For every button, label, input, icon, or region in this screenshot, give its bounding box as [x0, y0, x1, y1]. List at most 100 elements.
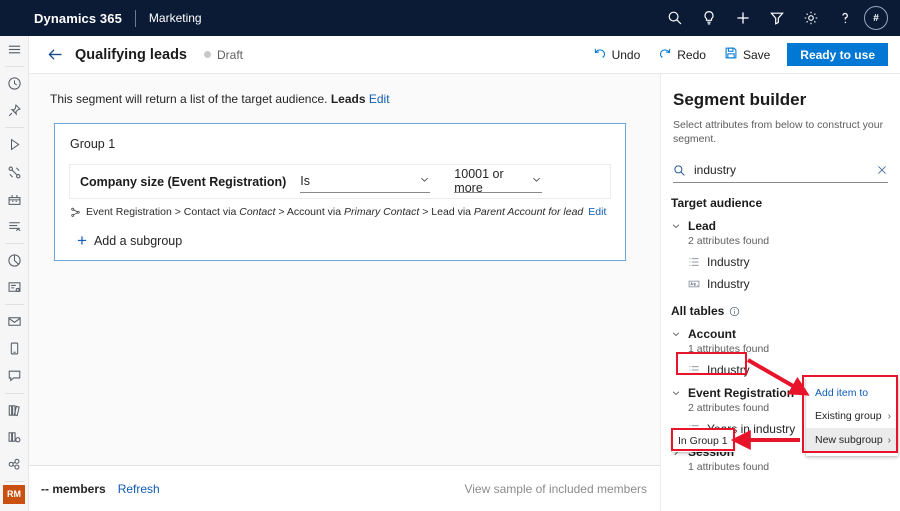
group-card: Group 1 Company size (Event Registration… — [54, 123, 626, 261]
chevron-down-icon — [671, 388, 681, 398]
relationship-path-edit-link[interactable]: Edit — [588, 206, 606, 218]
rail-divider — [5, 243, 24, 244]
chevron-down-icon — [671, 329, 681, 339]
path-segment: > — [278, 206, 284, 218]
target-audience-header: Target audience — [671, 196, 900, 210]
rail-user-avatar[interactable]: RM — [3, 485, 25, 504]
segment-canvas: This segment will return a list of the t… — [29, 74, 660, 465]
status-badge: Draft — [204, 48, 243, 62]
play-journey-icon[interactable] — [0, 131, 29, 158]
app-name-label: Marketing — [149, 11, 202, 25]
redo-button[interactable]: Redo — [649, 39, 715, 71]
rail-divider — [5, 393, 24, 394]
in-group-flyout: In Group 1 — [672, 430, 734, 452]
top-bar-actions: # — [658, 0, 900, 36]
search-icon — [673, 164, 686, 177]
clear-x-icon[interactable] — [876, 164, 888, 176]
context-menu-item-label: New subgroup — [815, 434, 883, 446]
search-icon[interactable] — [658, 0, 692, 36]
recent-clock-icon[interactable] — [0, 70, 29, 97]
settings-gear-icon[interactable] — [794, 0, 828, 36]
segment-description: This segment will return a list of the t… — [50, 92, 660, 106]
left-navigation-rail: RM — [0, 36, 29, 511]
save-button[interactable]: Save — [715, 39, 779, 71]
brand-title: Dynamics 365 — [34, 11, 122, 26]
marketing-form-icon[interactable] — [0, 274, 29, 301]
email-icon[interactable] — [0, 308, 29, 335]
marketing-page-icon[interactable] — [0, 213, 29, 240]
analytics-pie-icon[interactable] — [0, 247, 29, 274]
library-icon[interactable] — [0, 396, 29, 423]
chat-bubble-icon[interactable] — [0, 362, 29, 389]
tree-node-label: Event Registration — [688, 386, 794, 400]
context-menu-items: Existing group › New subgroup› — [806, 404, 898, 452]
tree-node-lead[interactable]: Lead — [671, 219, 900, 233]
condition-operator-value: Is — [300, 174, 310, 188]
undo-label: Undo — [612, 48, 641, 62]
condition-row: Company size (Event Registration) Is 100… — [69, 164, 611, 199]
context-menu-item-new-subgroup[interactable]: New subgroup› — [806, 428, 898, 452]
user-avatar[interactable]: # — [864, 6, 888, 30]
description-edit-link[interactable]: Edit — [369, 92, 390, 106]
view-sample-label: View sample of included members — [464, 482, 647, 496]
add-subgroup-button[interactable]: + Add a subgroup — [77, 232, 625, 249]
target-audience-label: Target audience — [671, 196, 762, 210]
ready-to-use-button[interactable]: Ready to use — [787, 43, 888, 66]
attribute-label: Industry — [707, 277, 750, 291]
segments-icon[interactable] — [0, 424, 29, 451]
save-disk-icon — [724, 46, 738, 63]
rail-divider — [5, 304, 24, 305]
filter-icon[interactable] — [760, 0, 794, 36]
refresh-link[interactable]: Refresh — [118, 482, 160, 496]
condition-value-select[interactable]: 10001 or more — [454, 171, 542, 193]
add-item-context-menu: Add item to Existing group›New subgroup› — [806, 377, 898, 456]
path-segment: Event Registration — [86, 206, 172, 218]
text-field-abc-icon — [688, 278, 700, 290]
command-bar-actions: Undo Redo Save Ready to use — [584, 36, 900, 74]
attribute-row[interactable]: Industry — [688, 277, 900, 291]
customers-icon[interactable] — [0, 451, 29, 478]
add-subgroup-label: Add a subgroup — [94, 234, 182, 248]
save-label: Save — [743, 48, 770, 62]
info-circle-icon[interactable] — [729, 306, 740, 317]
context-menu-item-label: Existing group — [815, 410, 882, 422]
command-bar: Qualifying leads Draft Undo — [29, 36, 900, 74]
attribute-row[interactable]: Industry — [688, 255, 900, 269]
chevron-right-icon: › — [888, 411, 891, 422]
path-segment: Primary Contact — [344, 206, 419, 218]
back-arrow-icon[interactable] — [41, 41, 69, 69]
path-segment: Account via — [287, 206, 341, 218]
undo-button[interactable]: Undo — [584, 39, 650, 71]
target-audience-tree: Lead2 attributes foundIndustryIndustry — [661, 219, 900, 291]
mobile-device-icon[interactable] — [0, 335, 29, 362]
attribute-search-box[interactable]: industry — [673, 158, 888, 183]
context-menu-item-existing-group[interactable]: Existing group › — [806, 404, 898, 428]
path-segment: Lead via — [431, 206, 471, 218]
brand-separator — [135, 10, 136, 27]
attribute-row[interactable]: Industry — [688, 363, 900, 377]
event-icon[interactable] — [0, 186, 29, 213]
group-title: Group 1 — [70, 137, 625, 151]
redo-label: Redo — [677, 48, 706, 62]
help-question-icon[interactable] — [828, 0, 862, 36]
add-icon[interactable] — [726, 0, 760, 36]
attribute-count-label: 1 attributes found — [688, 461, 900, 473]
description-audience: Leads — [331, 92, 366, 106]
search-input[interactable]: industry — [694, 163, 876, 177]
lightbulb-icon[interactable] — [692, 0, 726, 36]
tree-node-label: Account — [688, 327, 736, 341]
hamburger-menu-icon[interactable] — [0, 36, 29, 63]
member-count-label: -- members — [41, 482, 106, 496]
condition-operator-select[interactable]: Is — [300, 171, 430, 193]
pin-icon[interactable] — [0, 97, 29, 124]
customer-journey-icon[interactable] — [0, 158, 29, 185]
path-segment: Contact via — [184, 206, 237, 218]
bottom-status-bar: -- members Refresh View sample of includ… — [29, 465, 660, 511]
tree-node-label: Lead — [688, 219, 716, 233]
attribute-label: Industry — [707, 255, 750, 269]
app-root: Dynamics 365 Marketing — [0, 0, 900, 511]
panel-subtitle: Select attributes from below to construc… — [673, 118, 888, 146]
tree-node-account[interactable]: Account — [671, 327, 900, 341]
status-dot-icon — [204, 51, 211, 58]
attribute-count-label: 1 attributes found — [688, 343, 900, 355]
